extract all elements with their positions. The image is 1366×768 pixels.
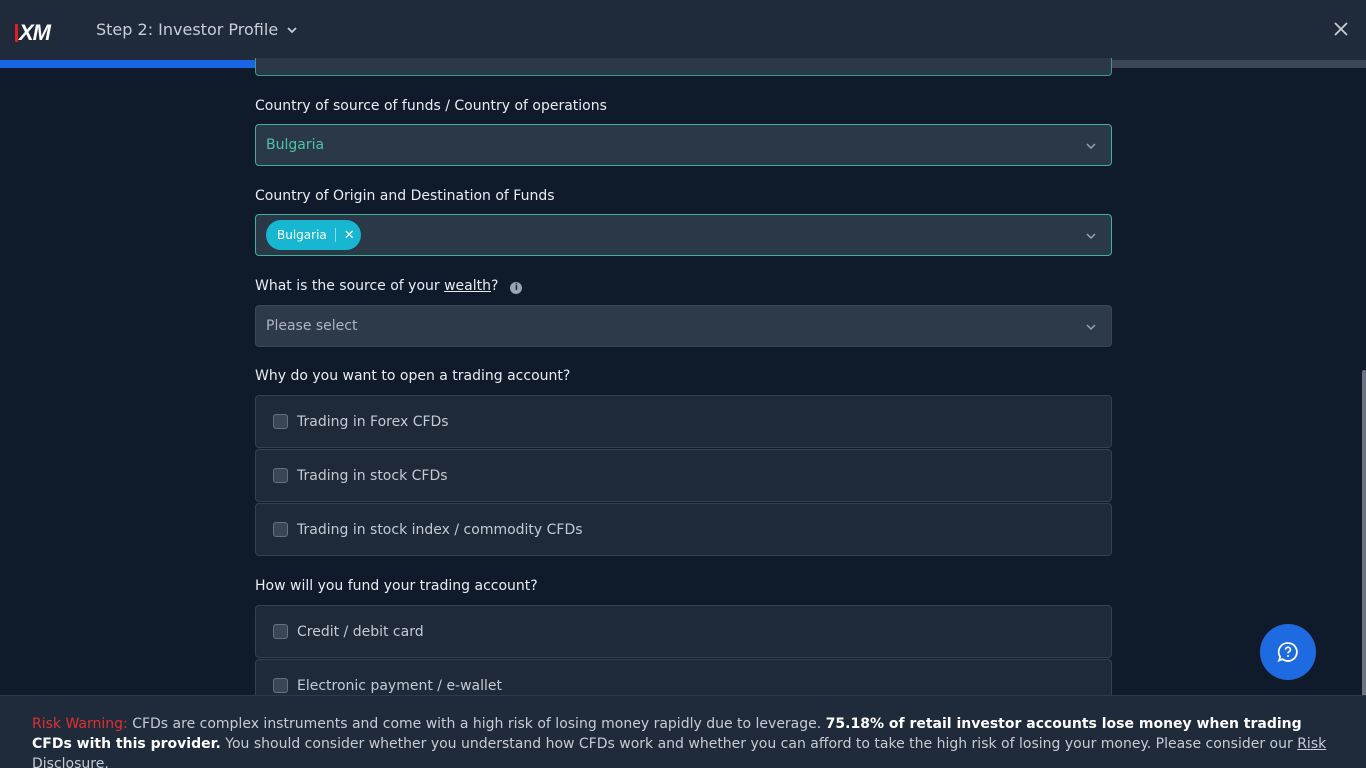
wealth-label: What is the source of your wealth? i: [255, 278, 523, 294]
header: XM Step 2: Investor Profile: [0, 0, 1366, 62]
info-icon[interactable]: i: [510, 282, 523, 294]
xm-logo[interactable]: XM: [15, 20, 51, 46]
step-title: Step 2: Investor Profile: [96, 20, 279, 39]
help-chat-icon: [1277, 642, 1298, 663]
chevron-down-icon: [1086, 324, 1096, 331]
chevron-down-icon: [1086, 233, 1096, 240]
chevron-down-icon: [1086, 143, 1096, 150]
previous-field[interactable]: [255, 58, 1112, 76]
wealth-select[interactable]: Please select: [255, 305, 1112, 347]
checkbox[interactable]: [273, 522, 288, 537]
checkbox[interactable]: [273, 468, 288, 483]
funding-label: How will you fund your trading account?: [255, 578, 538, 594]
funding-option[interactable]: Credit / debit card: [255, 605, 1112, 658]
reason-option[interactable]: Trading in stock CFDs: [255, 449, 1112, 502]
step-selector[interactable]: Step 2: Investor Profile: [96, 20, 298, 39]
checkbox[interactable]: [273, 624, 288, 639]
source-funds-select[interactable]: Bulgaria: [255, 124, 1112, 166]
close-icon[interactable]: [1332, 20, 1350, 38]
scrollbar[interactable]: [1362, 370, 1366, 710]
source-funds-value: Bulgaria: [266, 137, 325, 153]
chevron-down-icon: [287, 26, 297, 33]
risk-warning: Risk Warning: CFDs are complex instrumen…: [0, 695, 1366, 768]
origin-destination-multiselect[interactable]: Bulgaria ✕: [255, 214, 1112, 256]
reason-option[interactable]: Trading in stock index / commodity CFDs: [255, 503, 1112, 556]
origin-destination-label: Country of Origin and Destination of Fun…: [255, 188, 555, 204]
reason-option[interactable]: Trading in Forex CFDs: [255, 395, 1112, 448]
checkbox[interactable]: [273, 414, 288, 429]
remove-tag-icon[interactable]: ✕: [344, 229, 355, 242]
checkbox[interactable]: [273, 678, 288, 693]
help-chat-button[interactable]: [1260, 624, 1316, 680]
wealth-link[interactable]: wealth: [444, 278, 491, 294]
reason-label: Why do you want to open a trading accoun…: [255, 368, 571, 384]
source-funds-label: Country of source of funds / Country of …: [255, 98, 607, 114]
country-tag-label: Bulgaria: [277, 228, 327, 242]
wealth-placeholder: Please select: [266, 318, 358, 334]
country-tag: Bulgaria ✕: [266, 220, 361, 250]
risk-warning-title: Risk Warning:: [32, 716, 128, 732]
